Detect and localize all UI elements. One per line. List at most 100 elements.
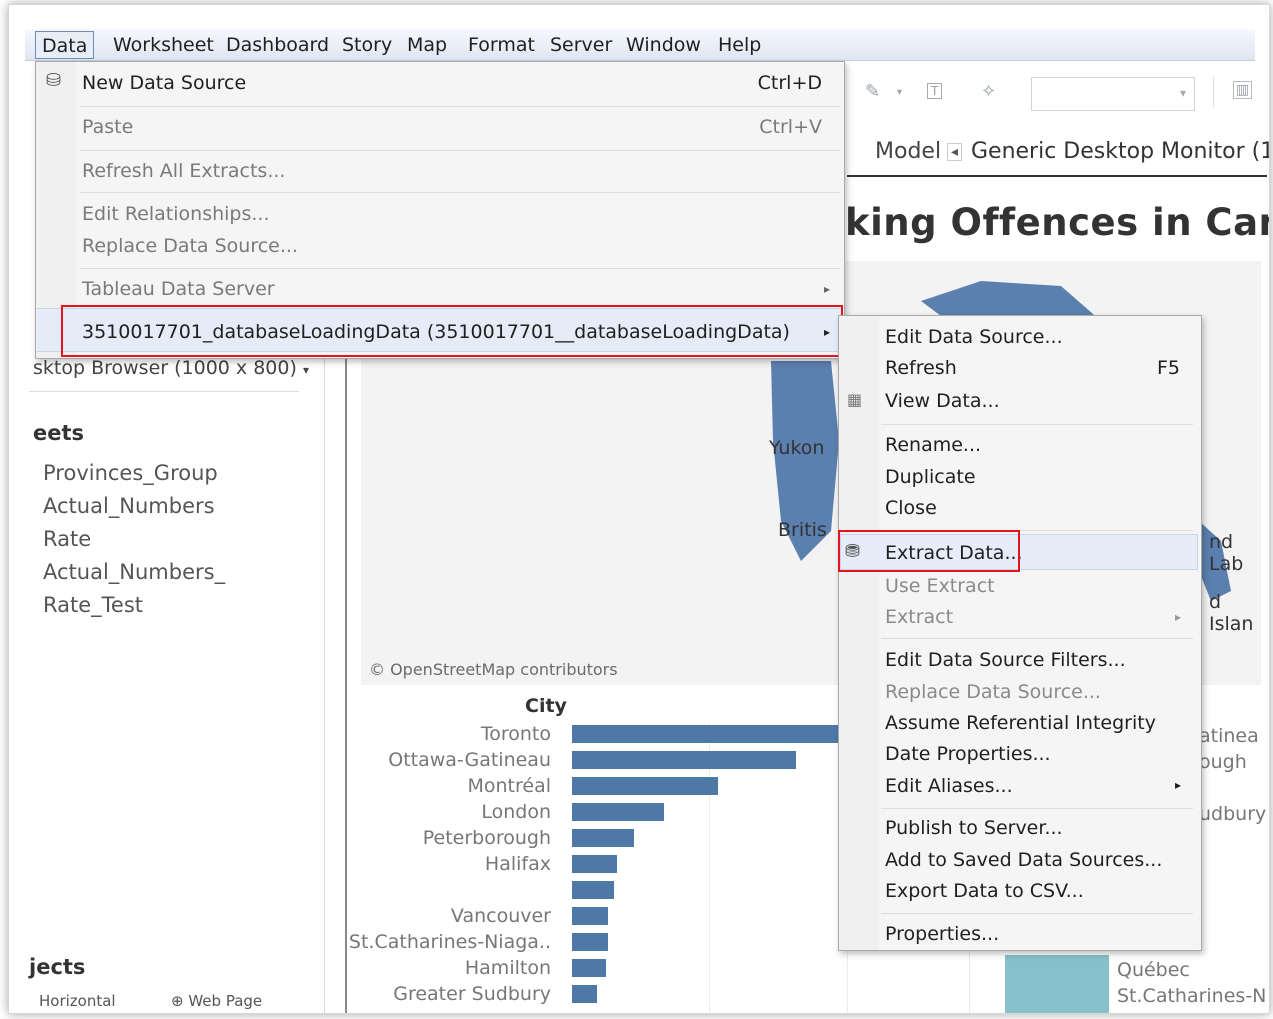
chevron-down-icon[interactable]: ▾	[897, 87, 902, 98]
bar[interactable]	[572, 725, 852, 743]
menu-story[interactable]: Story	[336, 31, 398, 59]
menu-item-refresh[interactable]: Refresh	[885, 357, 957, 379]
chart-icon[interactable]: ▥	[1233, 81, 1253, 99]
bar[interactable]	[572, 829, 634, 847]
menu-item-view-data[interactable]: View Data...	[885, 390, 1000, 412]
bar[interactable]	[572, 751, 796, 769]
submenu-arrow-icon: ▸	[823, 282, 830, 296]
dashboard-title: king Offences in Canad	[845, 201, 1269, 244]
bar[interactable]	[572, 907, 608, 925]
pane-divider	[345, 345, 347, 1013]
objects-header: jects	[29, 955, 86, 979]
menu-server[interactable]: Server	[544, 31, 618, 59]
menu-help[interactable]: Help	[712, 31, 767, 59]
sheet-item[interactable]: Actual_Numbers_	[43, 560, 225, 584]
bar-label: London	[481, 801, 551, 823]
toolbar-combo[interactable]: ▾	[1031, 77, 1195, 111]
highlight-box	[61, 305, 843, 357]
menu-item-export-data-to-csv[interactable]: Export Data to CSV...	[885, 880, 1084, 902]
menu-item-assume-referential-integrity[interactable]: Assume Referential Integrity	[885, 712, 1156, 734]
sheet-item[interactable]: Rate	[43, 527, 91, 551]
menu-item-extract[interactable]: Extract	[885, 606, 953, 628]
bar[interactable]	[572, 777, 718, 795]
model-select[interactable]: Generic Desktop Monitor (19	[971, 139, 1269, 164]
data-source-submenu: Edit Data Source... Refresh F5 ▦ View Da…	[838, 315, 1202, 951]
bar-label: St.Catharines-Niaga..	[348, 931, 551, 953]
menu-item-edit-data-source[interactable]: Edit Data Source...	[885, 326, 1063, 348]
bar-label: Peterborough	[422, 827, 551, 849]
shortcut: Ctrl+D	[757, 72, 822, 94]
model-label: Model	[875, 139, 942, 164]
menu-separator	[80, 268, 840, 269]
menu-item-new-data-source[interactable]: New Data Source	[82, 72, 246, 94]
sheet-item[interactable]: Provinces_Group	[43, 461, 218, 485]
chart-y-header: City	[525, 695, 567, 717]
sheet-item[interactable]: Rate_Test	[43, 593, 143, 617]
bar[interactable]	[572, 959, 606, 977]
menu-window[interactable]: Window	[620, 31, 707, 59]
menu-item-replace-data-source[interactable]: Replace Data Source...	[885, 681, 1101, 703]
tableau-window: Data Worksheet Dashboard Story Map Forma…	[8, 4, 1270, 1014]
menu-item-edit-relationships[interactable]: Edit Relationships...	[82, 203, 270, 225]
bar[interactable]	[572, 985, 597, 1003]
menu-item-tableau-data-server[interactable]: Tableau Data Server	[82, 278, 275, 300]
sheet-item[interactable]: Actual_Numbers	[43, 494, 215, 518]
toolbar: ✎ ▾ T ✧ ▾ ▥	[839, 63, 1259, 123]
menu-separator	[881, 424, 1193, 425]
menu-separator	[80, 106, 840, 107]
menu-item-duplicate[interactable]: Duplicate	[885, 466, 976, 488]
menu-item-refresh-all-extracts[interactable]: Refresh All Extracts...	[82, 160, 285, 182]
menu-map[interactable]: Map	[401, 31, 453, 59]
menu-item-edit-aliases[interactable]: Edit Aliases...	[885, 775, 1013, 797]
menu-dashboard[interactable]: Dashboard	[220, 31, 335, 59]
menu-item-close[interactable]: Close	[885, 497, 937, 519]
right-chart-label: ough	[1199, 751, 1247, 773]
pin-icon[interactable]: ✧	[981, 81, 996, 102]
globe-icon: ⊕	[171, 992, 184, 1010]
menu-bar: Data Worksheet Dashboard Story Map Forma…	[25, 29, 1255, 61]
dashboard-left-pane	[29, 345, 325, 1013]
new-data-source-icon: ⛁	[46, 70, 62, 91]
paperclip-icon[interactable]: ✎	[865, 81, 880, 102]
bar[interactable]	[572, 803, 664, 821]
menu-item-use-extract[interactable]: Use Extract	[885, 575, 995, 597]
object-horizontal[interactable]: Horizontal	[39, 992, 116, 1010]
menu-separator	[881, 638, 1193, 639]
size-selector[interactable]: sktop Browser (1000 x 800) ▾	[33, 357, 309, 379]
menu-separator	[80, 192, 840, 193]
submenu-arrow-icon: ▸	[1175, 610, 1182, 624]
menu-item-add-to-saved-data-sources[interactable]: Add to Saved Data Sources...	[885, 849, 1162, 871]
menu-item-replace-data-source[interactable]: Replace Data Source...	[82, 235, 298, 257]
view-data-icon: ▦	[847, 390, 863, 409]
chevron-left-icon[interactable]: ◂	[947, 143, 963, 161]
menu-item-rename[interactable]: Rename...	[885, 434, 981, 456]
chevron-down-icon: ▾	[302, 363, 309, 377]
device-preview-row: Model ◂ Generic Desktop Monitor (19	[847, 133, 1269, 177]
object-web-page[interactable]: ⊕ Web Page	[171, 992, 262, 1010]
menu-worksheet[interactable]: Worksheet	[107, 31, 220, 59]
text-icon[interactable]: T	[927, 83, 943, 99]
bar[interactable]	[572, 933, 608, 951]
sheets-header: eets	[33, 421, 85, 445]
menu-separator	[80, 150, 840, 151]
bar-quebec	[1005, 955, 1109, 1013]
bar[interactable]	[572, 881, 614, 899]
bar[interactable]	[572, 855, 617, 873]
menu-format[interactable]: Format	[462, 31, 541, 59]
menu-item-properties[interactable]: Properties...	[885, 923, 999, 945]
bar-label: Toronto	[480, 723, 551, 745]
right-chart-label: St.Catharines-N	[1117, 985, 1267, 1007]
right-chart-label: udbury	[1199, 803, 1267, 825]
menu-data[interactable]: Data	[35, 31, 95, 59]
menu-item-publish-to-server[interactable]: Publish to Server...	[885, 817, 1063, 839]
bar-label: Ottawa-Gatineau	[388, 749, 551, 771]
menu-item-edit-data-source-filters[interactable]: Edit Data Source Filters...	[885, 649, 1126, 671]
right-chart-label: atinea	[1199, 725, 1259, 747]
menu-separator	[881, 808, 1193, 809]
map-label-bc: Britis	[778, 519, 827, 541]
shortcut: F5	[1157, 357, 1181, 379]
chevron-down-icon: ▾	[1179, 86, 1186, 100]
menu-item-date-properties[interactable]: Date Properties...	[885, 743, 1051, 765]
map-attribution: © OpenStreetMap contributors	[369, 660, 618, 679]
menu-item-paste[interactable]: Paste	[82, 116, 133, 138]
